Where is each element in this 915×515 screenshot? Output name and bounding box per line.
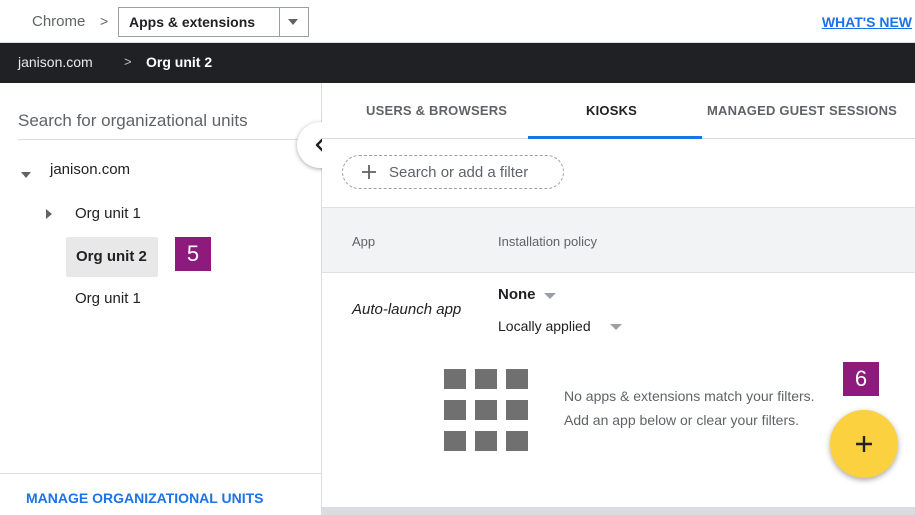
org-path-bar: janison.com > Org unit 2 bbox=[0, 43, 915, 83]
active-tab-indicator bbox=[528, 136, 702, 139]
org-unit-search-input[interactable]: Search for organizational units bbox=[18, 111, 248, 131]
section-select[interactable]: Apps & extensions bbox=[118, 7, 309, 37]
search-underline bbox=[18, 139, 303, 140]
tree-item-org-unit-2[interactable]: Org unit 2 bbox=[76, 248, 147, 265]
tree-item-org-unit-1-second[interactable]: Org unit 1 bbox=[75, 290, 141, 307]
chevron-down-icon[interactable] bbox=[610, 324, 622, 330]
filter-input[interactable]: Search or add a filter bbox=[342, 155, 564, 189]
tab-users-browsers[interactable]: USERS & BROWSERS bbox=[366, 103, 507, 118]
tree-item-org-unit-1[interactable]: Org unit 1 bbox=[75, 205, 141, 222]
manage-org-units-link[interactable]: MANAGE ORGANIZATIONAL UNITS bbox=[26, 490, 263, 506]
policy-select-value[interactable]: None bbox=[498, 286, 536, 303]
auto-launch-app-label: Auto-launch app bbox=[352, 301, 462, 318]
apps-grid-icon bbox=[444, 369, 528, 451]
top-breadcrumb-bar: Chrome > Apps & extensions WHAT'S NEW bbox=[0, 0, 915, 43]
whats-new-link[interactable]: WHAT'S NEW bbox=[822, 14, 912, 30]
main-content: USERS & BROWSERS KIOSKS MANAGED GUEST SE… bbox=[322, 83, 915, 515]
table-header: App Installation policy bbox=[322, 207, 915, 273]
caret-right-icon[interactable] bbox=[46, 209, 52, 219]
plus-icon bbox=[856, 436, 872, 452]
select-divider bbox=[279, 8, 280, 36]
column-header-installation-policy: Installation policy bbox=[498, 234, 597, 249]
tab-kiosks[interactable]: KIOSKS bbox=[586, 103, 637, 118]
tab-bar: USERS & BROWSERS KIOSKS MANAGED GUEST SE… bbox=[322, 83, 915, 139]
org-path-current: Org unit 2 bbox=[146, 54, 213, 70]
chevron-down-icon bbox=[288, 19, 298, 25]
plus-icon bbox=[362, 165, 376, 179]
org-path-separator: > bbox=[124, 54, 132, 69]
empty-state-message: No apps & extensions match your filters. bbox=[564, 388, 815, 404]
panel-divider bbox=[0, 473, 322, 474]
policy-source-select[interactable]: Locally applied bbox=[498, 318, 591, 334]
section-select-value: Apps & extensions bbox=[129, 14, 256, 30]
add-app-button[interactable] bbox=[830, 410, 898, 478]
bottom-divider bbox=[322, 507, 915, 515]
org-units-panel: Search for organizational units janison.… bbox=[0, 83, 322, 515]
callout-badge: 5 bbox=[175, 237, 211, 271]
tab-managed-guest-sessions[interactable]: MANAGED GUEST SESSIONS bbox=[707, 103, 897, 118]
callout-badge: 6 bbox=[843, 362, 879, 396]
caret-down-icon[interactable] bbox=[21, 172, 31, 178]
breadcrumb-separator: > bbox=[100, 13, 109, 29]
filter-placeholder: Search or add a filter bbox=[389, 164, 529, 181]
empty-state-hint: Add an app below or clear your filters. bbox=[564, 412, 800, 428]
org-path-root[interactable]: janison.com bbox=[18, 54, 93, 70]
chevron-down-icon[interactable] bbox=[544, 293, 556, 299]
breadcrumb-chrome[interactable]: Chrome bbox=[32, 13, 85, 30]
column-header-app: App bbox=[352, 234, 376, 249]
tree-item-root[interactable]: janison.com bbox=[50, 161, 130, 178]
